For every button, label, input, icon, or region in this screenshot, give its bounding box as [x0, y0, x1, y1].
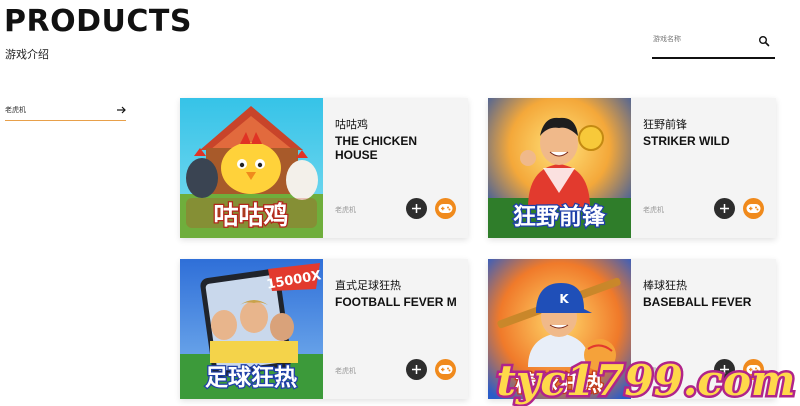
details-button[interactable] — [406, 198, 427, 219]
game-name-cn: 咕咕鸡 — [335, 119, 368, 131]
game-name-en[interactable]: STRIKER WILD — [643, 134, 768, 148]
watermark: tyc1799.com — [494, 354, 799, 406]
game-card[interactable]: 15000X 足球狂热 直式足球狂热 FOOTBALL FEVER M 老虎机 — [180, 259, 468, 399]
plus-icon — [412, 365, 421, 374]
game-thumbnail-football-fever-m[interactable]: 15000X 足球狂热 — [180, 259, 323, 399]
arrow-right-icon — [116, 102, 126, 114]
play-button[interactable] — [435, 359, 456, 380]
gamepad-icon — [438, 204, 453, 213]
page-subtitle: 游戏介绍 — [5, 49, 49, 61]
category-label: 老虎机 — [5, 107, 26, 114]
details-button[interactable] — [406, 359, 427, 380]
plus-icon — [720, 204, 729, 213]
game-name-en[interactable]: FOOTBALL FEVER M — [335, 295, 460, 309]
game-thumbnail-chicken-house[interactable]: 咕咕鸡 — [180, 98, 323, 238]
gamepad-icon — [438, 365, 453, 374]
search-box — [652, 26, 775, 59]
thumbnail-text: 足球狂热 — [205, 365, 297, 391]
play-button[interactable] — [743, 198, 764, 219]
game-card[interactable]: 咕咕鸡 咕咕鸡 THE CHICKEN HOUSE 老虎机 — [180, 98, 468, 238]
game-thumbnail-striker-wild[interactable]: 狂野前锋 — [488, 98, 631, 238]
game-category: 老虎机 — [335, 368, 356, 375]
game-name-cn: 棒球狂热 — [643, 280, 687, 292]
play-button[interactable] — [435, 198, 456, 219]
game-name-en[interactable]: BASEBALL FEVER — [643, 295, 768, 309]
search-icon[interactable] — [758, 34, 770, 47]
game-category: 老虎机 — [643, 207, 664, 214]
search-input[interactable] — [653, 32, 749, 46]
page-title: PRODUCTS — [4, 4, 192, 39]
game-name-en[interactable]: THE CHICKEN HOUSE — [335, 134, 460, 162]
svg-text:K: K — [559, 292, 569, 306]
plus-icon — [412, 204, 421, 213]
game-name-cn: 狂野前锋 — [643, 119, 687, 131]
details-button[interactable] — [714, 198, 735, 219]
thumbnail-text: 咕咕鸡 — [213, 201, 288, 230]
game-card[interactable]: 狂野前锋 狂野前锋 STRIKER WILD 老虎机 — [488, 98, 776, 238]
watermark-text: tyc1799.com — [497, 356, 796, 405]
gamepad-icon — [746, 204, 761, 213]
game-name-cn: 直式足球狂热 — [335, 280, 401, 292]
thumbnail-text: 狂野前锋 — [513, 203, 606, 230]
game-category: 老虎机 — [335, 207, 356, 214]
category-filter[interactable]: 老虎机 — [5, 99, 126, 121]
